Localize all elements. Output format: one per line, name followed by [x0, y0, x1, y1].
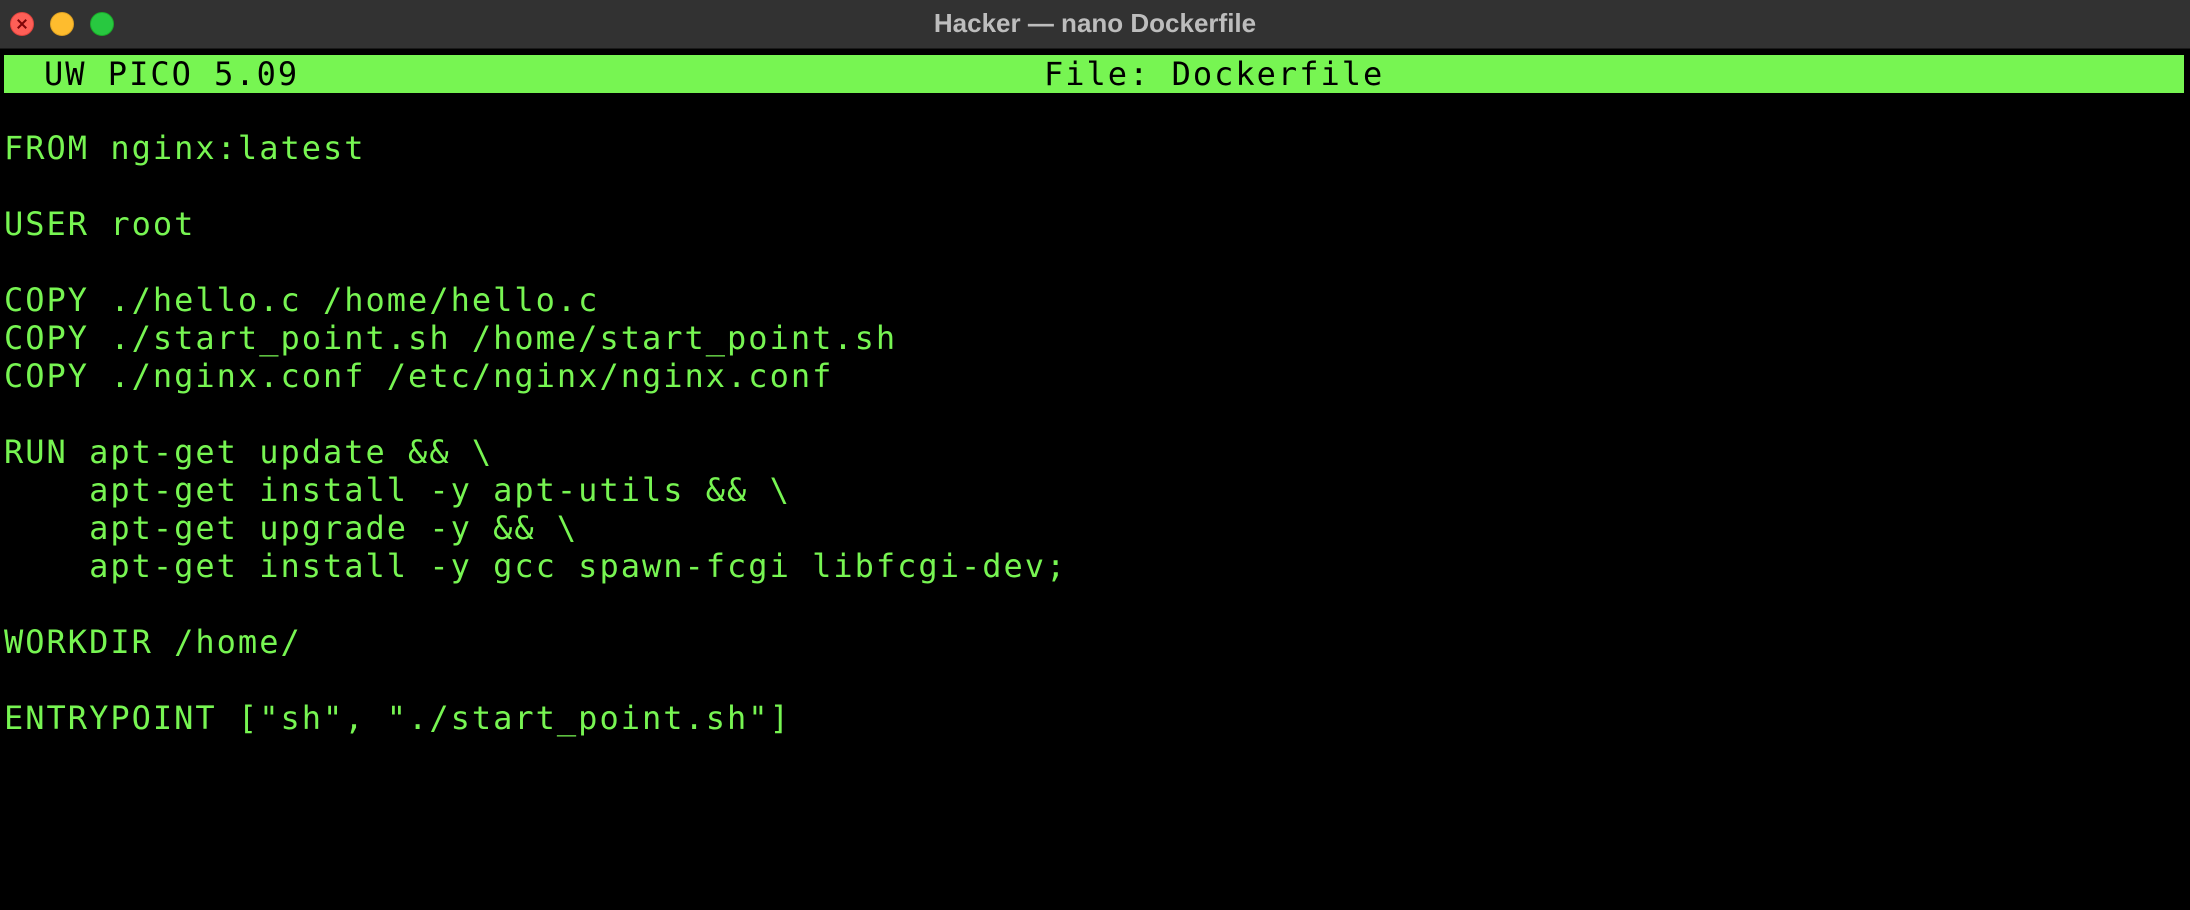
- code-line[interactable]: apt-get install -y apt-utils && \: [4, 471, 2184, 509]
- pico-file-label: File: Dockerfile: [1044, 55, 1385, 93]
- pico-version-label: UW PICO 5.09: [44, 55, 300, 93]
- code-line[interactable]: [4, 395, 2184, 433]
- code-line[interactable]: [4, 243, 2184, 281]
- editor-buffer[interactable]: FROM nginx:latest USER root COPY ./hello…: [4, 129, 2184, 737]
- code-line[interactable]: [4, 661, 2184, 699]
- code-line[interactable]: COPY ./nginx.conf /etc/nginx/nginx.conf: [4, 357, 2184, 395]
- code-line[interactable]: apt-get upgrade -y && \: [4, 509, 2184, 547]
- pico-header-bar: UW PICO 5.09 File: Dockerfile: [4, 55, 2184, 93]
- code-line[interactable]: FROM nginx:latest: [4, 129, 2184, 167]
- terminal-area[interactable]: UW PICO 5.09 File: Dockerfile FROM nginx…: [0, 49, 2190, 910]
- code-line[interactable]: WORKDIR /home/: [4, 623, 2184, 661]
- code-line[interactable]: [4, 167, 2184, 205]
- code-line[interactable]: USER root: [4, 205, 2184, 243]
- code-line[interactable]: RUN apt-get update && \: [4, 433, 2184, 471]
- window-titlebar: Hacker — nano Dockerfile: [0, 0, 2190, 49]
- code-line[interactable]: ENTRYPOINT ["sh", "./start_point.sh"]: [4, 699, 2184, 737]
- code-line[interactable]: [4, 585, 2184, 623]
- code-line[interactable]: COPY ./hello.c /home/hello.c: [4, 281, 2184, 319]
- window-title: Hacker — nano Dockerfile: [933, 8, 1257, 38]
- code-line[interactable]: apt-get install -y gcc spawn-fcgi libfcg…: [4, 547, 2184, 585]
- code-line[interactable]: COPY ./start_point.sh /home/start_point.…: [4, 319, 2184, 357]
